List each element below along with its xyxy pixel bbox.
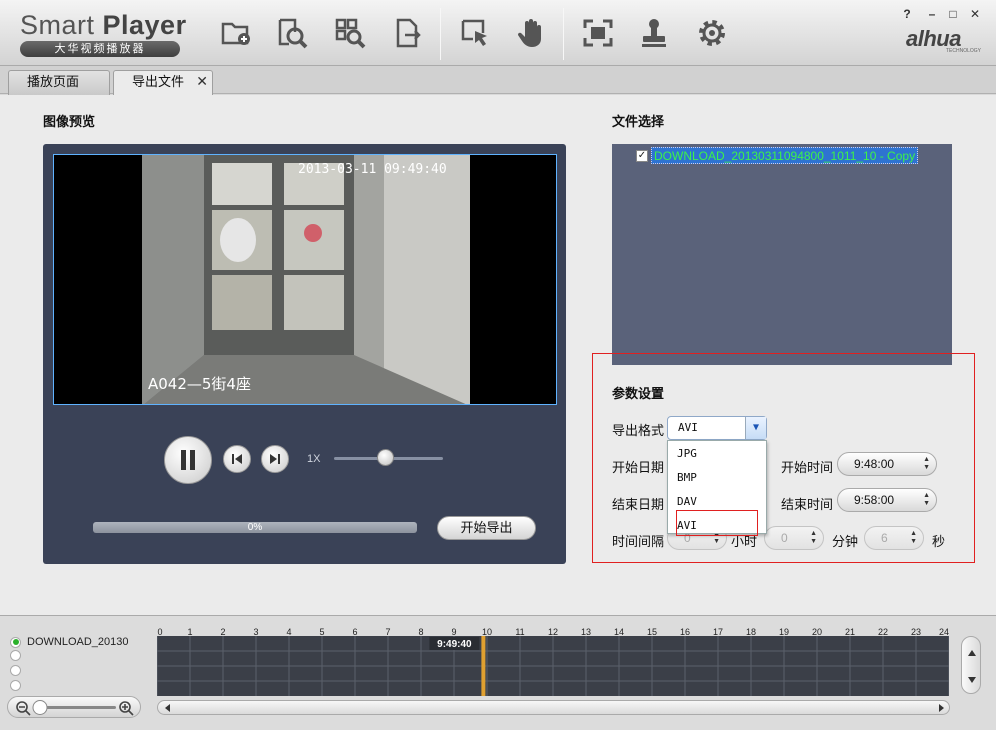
pause-icon — [181, 450, 195, 470]
file-item[interactable]: ✓ DOWNLOAD_20130311094800_1011_10 - Copy — [636, 147, 919, 164]
add-file-icon[interactable] — [218, 15, 254, 51]
preview-panel: 2013-03-11 09:49:40 A042—5街4座 1X 0% 开始导出 — [43, 144, 566, 564]
start-time-label: 开始时间 — [781, 460, 834, 475]
speed-label: 1X — [307, 453, 321, 465]
interval-minutes-stepper[interactable]: 0 ▲ ▼ — [764, 526, 824, 550]
stepper-arrows-icon[interactable]: ▲▼ — [810, 530, 817, 546]
maximize-button[interactable]: □ — [946, 7, 960, 21]
timeline-area: DOWNLOAD_20130 0 1 2 3 4 5 6 7 8 9 10 11 12 13 14 15 16 1… — [0, 615, 996, 730]
app-title: Smart Player — [20, 10, 187, 40]
interval-label: 时间间隔 — [612, 534, 665, 549]
channel-item[interactable] — [10, 650, 27, 661]
fullscreen-icon[interactable] — [580, 15, 616, 51]
interval-seconds-stepper[interactable]: 6 ▲ ▼ — [864, 526, 924, 550]
tab-label: 播放页面 — [27, 74, 80, 89]
close-icon[interactable]: ✕ — [196, 70, 208, 92]
format-option-dav[interactable]: DAV — [677, 495, 697, 508]
end-date-label: 结束日期 — [612, 497, 665, 512]
step-forward-button[interactable] — [261, 445, 289, 473]
end-time-value: 9:58:00 — [854, 493, 895, 507]
arrow-right-icon — [939, 704, 944, 712]
timeline-zoom-scroller[interactable] — [961, 636, 981, 694]
export-icon[interactable] — [390, 15, 426, 51]
start-time-stepper[interactable]: 9:48:00 ▲ ▼ — [837, 452, 937, 476]
video-osd-location: A042—5街4座 — [148, 375, 251, 393]
smart-search-icon[interactable] — [332, 15, 368, 51]
pause-button[interactable] — [164, 436, 212, 484]
format-option-bmp[interactable]: BMP — [677, 471, 697, 484]
channel-radio[interactable] — [10, 650, 21, 661]
interval-minutes-value: 0 — [781, 531, 788, 545]
tab-label: 导出文件 — [132, 74, 185, 89]
help-button[interactable]: ? — [900, 7, 914, 21]
channel-item[interactable] — [10, 680, 27, 691]
file-select-title: 文件选择 — [612, 114, 665, 129]
file-name[interactable]: DOWNLOAD_20130311094800_1011_10 - Copy — [651, 147, 919, 164]
chevron-down-icon[interactable]: ▼ — [745, 417, 766, 439]
format-select[interactable]: AVI ▼ — [667, 416, 767, 440]
zoom-slider[interactable] — [7, 696, 141, 718]
format-option-jpg[interactable]: JPG — [677, 447, 697, 460]
tab-bar: 播放页面 导出文件 ✕ — [0, 66, 996, 95]
stepper-arrows-icon[interactable]: ▲▼ — [923, 456, 930, 472]
toolbar-separator — [440, 8, 441, 60]
step-forward-icon — [270, 454, 280, 464]
channel-name: DOWNLOAD_20130 — [27, 636, 129, 648]
channel-item[interactable]: DOWNLOAD_20130 — [10, 636, 129, 648]
app-subtitle: 大华视频播放器 — [20, 41, 180, 57]
zoom-slider-handle — [32, 700, 48, 715]
export-progress-bar: 0% — [93, 522, 417, 533]
zoom-out-icon — [16, 701, 31, 716]
timeline-track[interactable]: 9:49:40 — [156, 636, 950, 696]
search-icon[interactable] — [274, 15, 310, 51]
settings-icon[interactable] — [694, 15, 730, 51]
video-osd-time: 2013-03-11 09:49:40 — [298, 162, 447, 177]
params-title: 参数设置 — [612, 386, 665, 401]
title-bar: Smart Player 大华视频播放器 ? – □ ✕ alhua TECHN… — [0, 0, 996, 66]
stepper-arrows-icon[interactable]: ▲▼ — [923, 492, 930, 508]
select-area-icon[interactable] — [457, 15, 493, 51]
toolbar-separator — [563, 8, 564, 60]
zoom-in-icon — [119, 701, 134, 716]
stepper-arrows-icon[interactable]: ▲▼ — [910, 530, 917, 546]
channel-radio[interactable] — [10, 636, 21, 648]
speed-slider-handle[interactable] — [377, 449, 394, 466]
avi-option-highlight — [676, 510, 758, 536]
arrow-up-icon — [968, 650, 976, 656]
start-time-value: 9:48:00 — [854, 457, 895, 471]
timeline-horizontal-scrollbar[interactable] — [157, 700, 950, 715]
seconds-unit: 秒 — [932, 534, 946, 549]
timeline-cursor-time: 9:49:40 — [437, 639, 472, 650]
export-page: 图像预览 2013-03-11 09:49:40 A042—5街4座 1X 0%… — [0, 95, 996, 615]
file-checkbox[interactable]: ✓ — [636, 149, 648, 162]
channel-radio[interactable] — [10, 665, 21, 676]
video-preview[interactable]: 2013-03-11 09:49:40 A042—5街4座 — [53, 154, 557, 405]
file-list: ✓ DOWNLOAD_20130311094800_1011_10 - Copy — [612, 144, 952, 365]
end-time-label: 结束时间 — [781, 497, 834, 512]
channel-item[interactable] — [10, 665, 27, 676]
stamp-icon[interactable] — [636, 15, 672, 51]
end-time-stepper[interactable]: 9:58:00 ▲ ▼ — [837, 488, 937, 512]
start-date-label: 开始日期 — [612, 460, 665, 475]
interval-seconds-value: 6 — [881, 531, 888, 545]
step-back-icon — [232, 454, 242, 464]
step-back-button[interactable] — [223, 445, 251, 473]
timeline-cursor — [481, 636, 486, 696]
close-button[interactable]: ✕ — [968, 7, 982, 21]
start-export-button[interactable]: 开始导出 — [437, 516, 536, 540]
format-selected-value: AVI — [678, 421, 698, 434]
channel-radio[interactable] — [10, 680, 21, 691]
hand-icon[interactable] — [513, 15, 549, 51]
arrow-down-icon — [968, 677, 976, 683]
brand-tagline: TECHNOLOGY — [946, 48, 982, 54]
tab-export[interactable]: 导出文件 ✕ — [113, 70, 213, 95]
arrow-left-icon — [165, 704, 170, 712]
minimize-button[interactable]: – — [925, 7, 939, 21]
format-label: 导出格式 — [612, 423, 665, 438]
minutes-unit: 分钟 — [832, 534, 859, 549]
preview-title: 图像预览 — [43, 114, 96, 129]
tab-playback[interactable]: 播放页面 — [8, 70, 110, 95]
